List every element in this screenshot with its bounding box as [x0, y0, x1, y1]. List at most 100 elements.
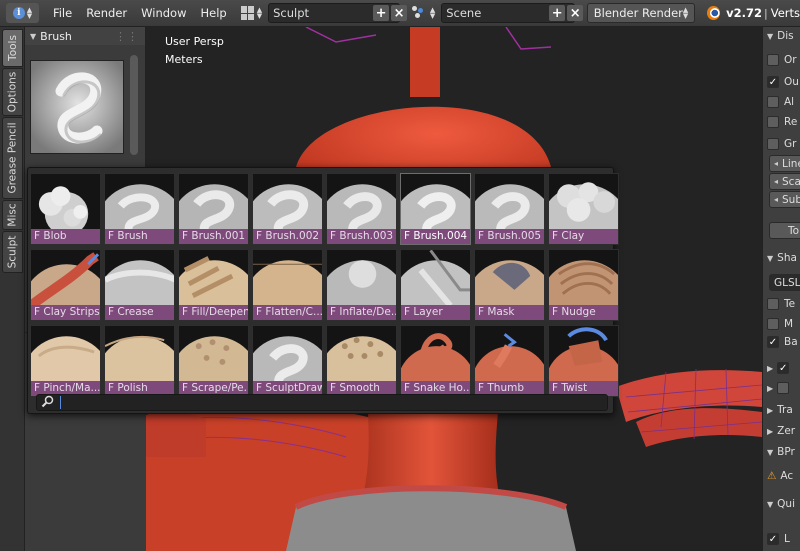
option-row-4[interactable]: Re [767, 113, 797, 131]
brush-item[interactable]: F Brush [104, 173, 175, 245]
render-engine-dropdown[interactable]: Blender Render ▲ ▼ [586, 3, 696, 23]
tab-options[interactable]: Options [2, 68, 23, 116]
brush-item[interactable]: F Blob [30, 173, 101, 245]
transform-panel-header[interactable]: ▶ Tra [767, 401, 793, 419]
tab-misc[interactable]: Misc [2, 200, 23, 230]
left-arrow-icon: ◂ [774, 195, 779, 204]
bpr-panel-header[interactable]: ▼ BPr [767, 443, 795, 461]
checkbox[interactable] [777, 382, 790, 394]
brush-item[interactable]: F Brush.002 [252, 173, 323, 245]
brush-item[interactable]: F Brush.004 [400, 173, 471, 245]
brush-item-label: F Brush.003 [327, 229, 396, 244]
menu-file[interactable]: File [53, 6, 72, 20]
brush-item[interactable]: F Snake Ho... [400, 325, 471, 397]
stats-label: Verts [770, 6, 800, 20]
scale-field[interactable]: ◂ Sca [769, 173, 800, 190]
display-panel-header[interactable]: ▼ Dis [767, 27, 794, 45]
brush-preview-image [475, 250, 544, 306]
brush-item[interactable]: F Polish [104, 325, 175, 397]
add-layout-icon[interactable]: + [373, 5, 390, 21]
brush-item-label: F Fill/Deepen [179, 305, 248, 320]
brush-preview-image [253, 250, 322, 306]
brush-item[interactable]: F Crease [104, 249, 175, 321]
tool-shelf-scrollbar[interactable] [130, 55, 138, 155]
scene-field[interactable]: Scene + × [441, 3, 584, 23]
shading-mode-dropdown[interactable]: GLSL [769, 274, 800, 291]
brush-item[interactable]: F Clay [548, 173, 619, 245]
remove-scene-icon[interactable]: × [567, 5, 584, 21]
menu-render[interactable]: Render [86, 6, 127, 20]
active-brush-preview[interactable] [30, 60, 124, 154]
toggle-button[interactable]: To [769, 222, 800, 239]
tab-options-label: Options [6, 71, 19, 113]
checkbox[interactable] [767, 96, 779, 108]
checkbox[interactable] [767, 138, 779, 150]
remove-layout-icon[interactable]: × [391, 5, 408, 21]
line-field[interactable]: ◂Line [769, 155, 800, 172]
tab-grease-pencil[interactable]: Grease Pencil [2, 117, 23, 199]
option-row-7[interactable]: M [767, 315, 793, 333]
render-engine-arrows-icon: ▲ ▼ [682, 6, 689, 20]
brush-item[interactable]: F SculptDraw [252, 325, 323, 397]
brush-item[interactable]: F Mask [474, 249, 545, 321]
brush-item[interactable]: F Brush.003 [326, 173, 397, 245]
checkbox[interactable] [767, 318, 779, 330]
option-row-5[interactable]: Gr [767, 135, 796, 153]
brush-item[interactable]: F Pinch/Ma... [30, 325, 101, 397]
screen-layout-icon [240, 6, 255, 20]
option-row-6[interactable]: Te [767, 295, 795, 313]
brush-item[interactable]: F Flatten/C... [252, 249, 323, 321]
brush-item[interactable]: F Scrape/Pe... [178, 325, 249, 397]
brush-item[interactable]: F Thumb [474, 325, 545, 397]
drag-grip-icon[interactable]: ⋮⋮ [115, 30, 139, 43]
collapse-triangle-icon: ▼ [767, 31, 774, 41]
brush-item[interactable]: F Fill/Deepen [178, 249, 249, 321]
checkbox-checked[interactable]: ✓ [767, 76, 779, 88]
brush-grid: F Blob F Brush F Brush.001 F Brush.002 F Bru… [28, 172, 620, 400]
option-row-3[interactable]: Al [767, 93, 794, 111]
brush-panel-title: Brush [40, 29, 72, 43]
menu-help[interactable]: Help [201, 6, 227, 20]
shading-panel-header[interactable]: ▼ Sha [767, 249, 797, 267]
quick-panel-header[interactable]: ▼ Qui [767, 495, 795, 513]
subpanel-row-1[interactable]: ▶ ✓ [767, 359, 794, 377]
zero-panel-header[interactable]: ▶ Zer [767, 422, 795, 440]
option-row-8[interactable]: ✓ Ba [767, 333, 798, 351]
quick-panel-title: Qui [777, 498, 795, 510]
menu-window[interactable]: Window [141, 6, 186, 20]
tab-sculpt[interactable]: Sculpt [2, 231, 23, 273]
screen-layout-selector[interactable]: ▲ ▼ [240, 6, 262, 20]
brush-preview-image [105, 250, 174, 306]
option-row-9[interactable]: ✓ L [767, 530, 790, 548]
brush-item[interactable]: F Brush.005 [474, 173, 545, 245]
brush-item[interactable]: F Nudge [548, 249, 619, 321]
option-row-2[interactable]: ✓ Ou [767, 73, 799, 91]
warning-text: Ac [780, 470, 794, 482]
checkbox-checked[interactable]: ✓ [767, 336, 779, 348]
brush-item[interactable]: F Twist [548, 325, 619, 397]
brush-item[interactable]: F Brush.001 [178, 173, 249, 245]
checkbox[interactable] [767, 116, 779, 128]
tab-tools-label: Tools [6, 35, 19, 61]
checkbox[interactable] [767, 54, 779, 66]
brush-preview-image [253, 326, 322, 382]
subdivision-field[interactable]: ◂Sub [769, 191, 800, 208]
option-row-1[interactable]: Or [767, 51, 797, 69]
brush-item[interactable]: F Clay Strips [30, 249, 101, 321]
add-scene-icon[interactable]: + [549, 5, 566, 21]
brush-item[interactable]: F Inflate/De... [326, 249, 397, 321]
tab-grease-pencil-label: Grease Pencil [6, 122, 19, 194]
subpanel-row-2[interactable]: ▶ [767, 379, 794, 397]
editor-type-button[interactable]: i ▲ ▼ [6, 3, 39, 23]
brush-search-field[interactable] [36, 394, 608, 411]
checkbox[interactable] [767, 298, 779, 310]
scene-selector[interactable]: ▲ ▼ [411, 6, 435, 20]
checkbox-checked[interactable]: ✓ [777, 362, 790, 374]
brush-panel-header[interactable]: ▼ Brush ⋮⋮ [25, 27, 145, 45]
checkbox-checked[interactable]: ✓ [767, 533, 779, 545]
screen-layout-field[interactable]: Sculpt + × [268, 3, 408, 23]
subdivision-field-label: Sub [782, 193, 800, 206]
brush-item[interactable]: F Layer [400, 249, 471, 321]
tab-tools[interactable]: Tools [2, 29, 23, 67]
brush-item[interactable]: F Smooth [326, 325, 397, 397]
